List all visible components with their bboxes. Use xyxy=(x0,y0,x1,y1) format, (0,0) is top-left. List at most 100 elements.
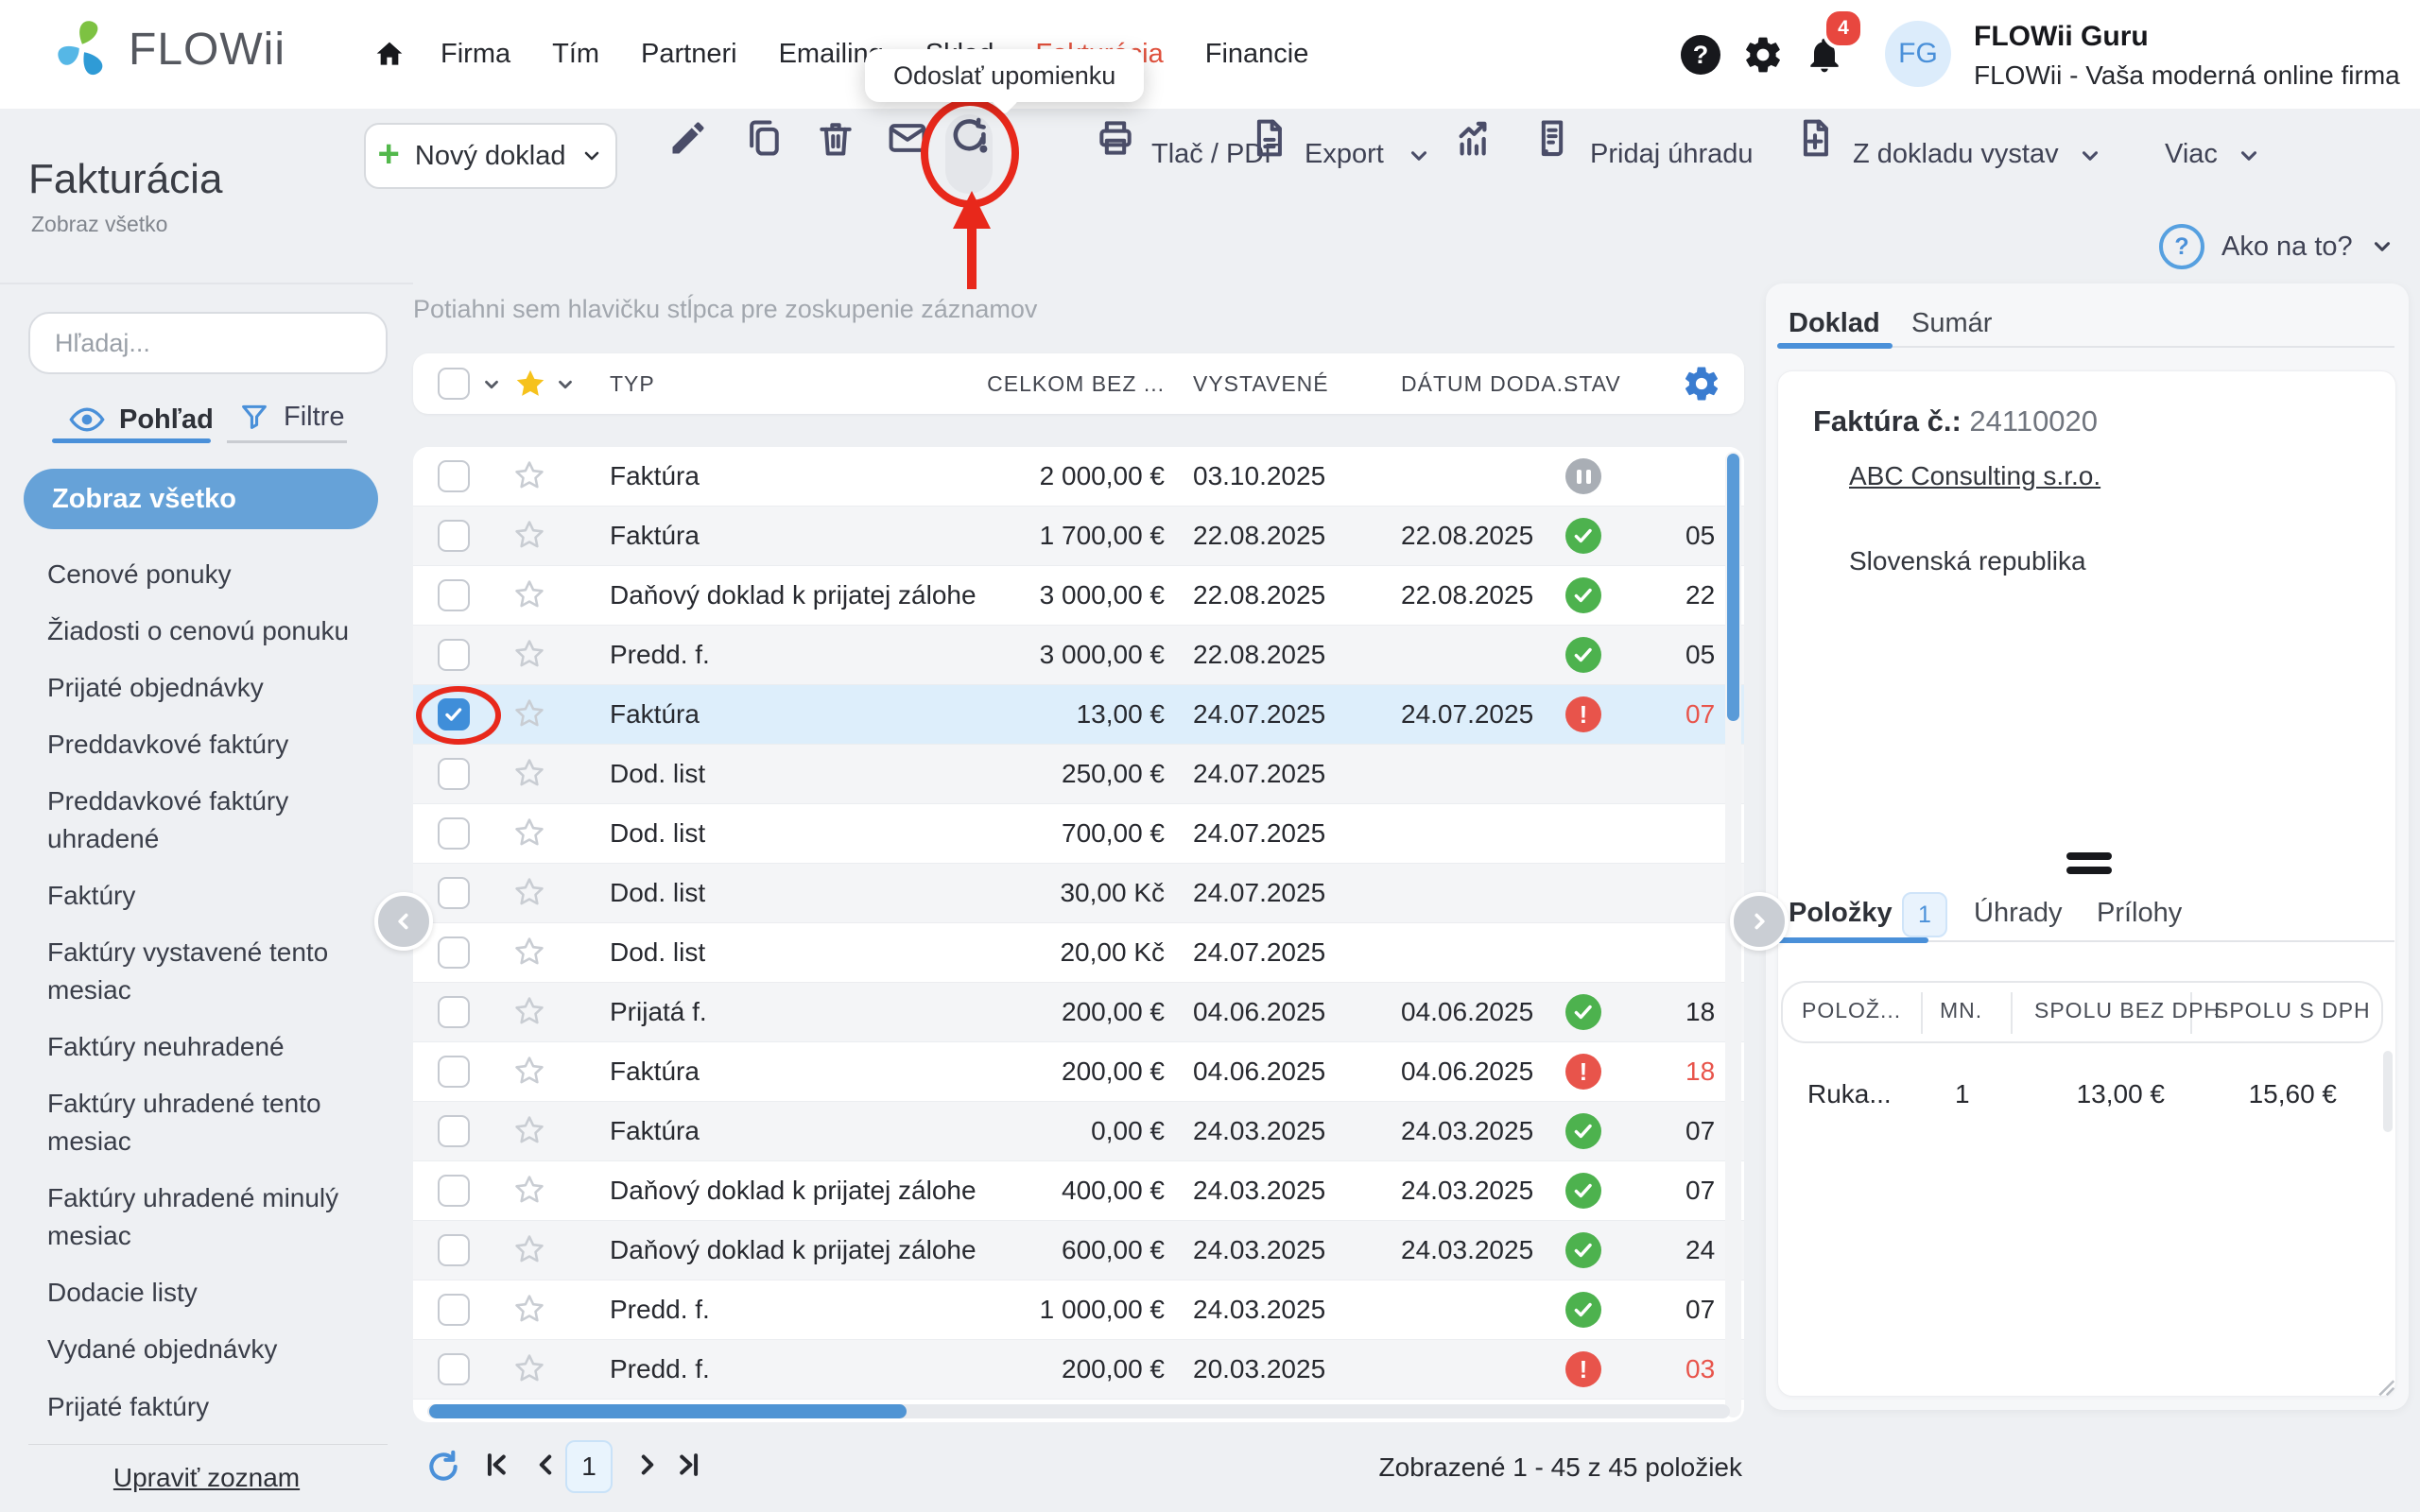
vertical-scrollbar-thumb[interactable] xyxy=(1727,454,1739,721)
sidebar-view-item[interactable]: Prijaté faktúry xyxy=(47,1388,373,1426)
column-header-status[interactable]: STAV xyxy=(1564,353,1621,414)
more-chevron-icon[interactable] xyxy=(2237,144,2261,168)
sidebar-view-item[interactable]: Vydané objednávky xyxy=(47,1331,373,1368)
nav-item-tím[interactable]: Tím xyxy=(552,39,599,70)
edit-pencil-icon[interactable] xyxy=(667,117,709,159)
items-column-net[interactable]: SPOLU BEZ DPH xyxy=(2034,981,2221,1040)
add-payment-receipt-icon[interactable] xyxy=(1531,117,1573,159)
new-document-button[interactable]: + Nový doklad xyxy=(364,123,617,189)
first-page-button[interactable] xyxy=(480,1449,512,1481)
tab-filters[interactable]: Filtre xyxy=(238,401,344,433)
row-checkbox[interactable] xyxy=(438,817,470,850)
row-checkbox[interactable] xyxy=(438,1115,470,1147)
export-document-icon[interactable] xyxy=(1248,117,1289,159)
edit-list-link[interactable]: Upraviť zoznam xyxy=(0,1463,413,1493)
select-all-checkbox[interactable] xyxy=(438,368,470,400)
more-label[interactable]: Viac xyxy=(2165,139,2218,170)
row-checkbox[interactable] xyxy=(438,936,470,969)
from-document-label[interactable]: Z dokladu vystav xyxy=(1853,139,2059,170)
row-star-icon[interactable] xyxy=(513,816,545,849)
row-checkbox[interactable] xyxy=(438,1056,470,1088)
sidebar-view-item[interactable]: Dodacie listy xyxy=(47,1274,373,1312)
flowii-logo[interactable]: FLOWii xyxy=(51,17,285,81)
row-checkbox[interactable] xyxy=(438,996,470,1028)
row-checkbox[interactable] xyxy=(438,1294,470,1326)
row-star-icon[interactable] xyxy=(513,1174,545,1206)
row-checkbox[interactable] xyxy=(438,639,470,671)
add-payment-label[interactable]: Pridaj úhradu xyxy=(1590,139,1754,170)
row-checkbox[interactable] xyxy=(438,698,470,730)
next-page-button[interactable] xyxy=(631,1449,664,1481)
previous-page-button[interactable] xyxy=(529,1449,562,1481)
sidebar-view-item[interactable]: Prijaté objednávky xyxy=(47,669,373,707)
row-checkbox[interactable] xyxy=(438,1175,470,1207)
sidebar-view-item[interactable]: Cenové ponuky xyxy=(47,556,373,593)
tab-view[interactable]: Pohľad xyxy=(68,401,214,438)
email-envelope-icon[interactable] xyxy=(887,117,928,159)
column-header-issued[interactable]: VYSTAVENÉ xyxy=(1193,353,1329,414)
table-row[interactable]: Dod. list30,00 Kč24.07.2025 xyxy=(413,864,1744,923)
sidebar-collapse-button[interactable] xyxy=(374,892,433,951)
nav-item-partneri[interactable]: Partneri xyxy=(641,39,737,70)
sidebar-view-item[interactable]: Faktúry neuhradené xyxy=(47,1028,373,1066)
column-header-delivery[interactable]: DÁTUM DODA... xyxy=(1401,353,1578,414)
settings-gear-icon[interactable] xyxy=(1742,34,1784,76)
row-star-icon[interactable] xyxy=(513,936,545,968)
table-row[interactable]: Faktúra2 000,00 €03.10.2025 xyxy=(413,447,1744,507)
home-icon[interactable] xyxy=(374,40,405,70)
export-label[interactable]: Export xyxy=(1305,139,1384,170)
partner-link[interactable]: ABC Consulting s.r.o. xyxy=(1849,461,2100,491)
sidebar-view-item[interactable]: Faktúry uhradené minulý mesiac xyxy=(47,1179,373,1255)
column-settings-gear-icon[interactable] xyxy=(1682,364,1721,404)
row-checkbox[interactable] xyxy=(438,1353,470,1385)
table-row[interactable]: Dod. list250,00 €24.07.2025 xyxy=(413,745,1744,804)
item-cell-name[interactable]: Ruka... xyxy=(1807,1066,1892,1123)
items-column-gross[interactable]: SPOLU S DPH xyxy=(2214,981,2371,1040)
row-star-icon[interactable] xyxy=(513,1055,545,1087)
sidebar-view-item[interactable]: Preddavkové faktúry uhradené xyxy=(47,782,373,858)
row-checkbox[interactable] xyxy=(438,877,470,909)
table-row[interactable]: Dod. list20,00 Kč24.07.2025 xyxy=(413,923,1744,983)
nav-item-firma[interactable]: Firma xyxy=(441,39,510,70)
row-star-icon[interactable] xyxy=(513,1233,545,1265)
table-row[interactable]: Faktúra1 700,00 €22.08.202522.08.202505 xyxy=(413,507,1744,566)
last-page-button[interactable] xyxy=(673,1449,705,1481)
sidebar-view-item[interactable]: Žiadosti o cenovú ponuku xyxy=(47,612,373,650)
table-row[interactable]: Daňový doklad k prijatej zálohe3 000,00 … xyxy=(413,566,1744,626)
row-star-icon[interactable] xyxy=(513,1352,545,1384)
row-star-icon[interactable] xyxy=(513,578,545,610)
tab-summary[interactable]: Sumár xyxy=(1911,308,1992,339)
row-star-icon[interactable] xyxy=(513,697,545,730)
row-checkbox[interactable] xyxy=(438,579,470,611)
horizontal-scrollbar-thumb[interactable] xyxy=(429,1404,907,1418)
table-row[interactable]: Faktúra0,00 €24.03.202524.03.202507 xyxy=(413,1102,1744,1161)
from-document-chevron-icon[interactable] xyxy=(2078,144,2102,168)
help-icon[interactable]: ? xyxy=(1681,35,1720,75)
row-star-icon[interactable] xyxy=(513,757,545,789)
items-column-item[interactable]: POLOŽ... xyxy=(1802,981,1901,1040)
splitter-handle[interactable] xyxy=(2066,852,2112,874)
row-star-icon[interactable] xyxy=(513,1293,545,1325)
avatar[interactable]: FG xyxy=(1885,21,1951,87)
nav-item-financie[interactable]: Financie xyxy=(1205,39,1309,70)
table-row[interactable]: Prijatá f.200,00 €04.06.202504.06.202518 xyxy=(413,983,1744,1042)
row-star-icon[interactable] xyxy=(513,995,545,1027)
row-checkbox[interactable] xyxy=(438,520,470,552)
how-to-link[interactable]: ? Ako na to? xyxy=(2159,224,2394,269)
statistics-chart-icon[interactable] xyxy=(1454,117,1497,161)
row-star-icon[interactable] xyxy=(513,1114,545,1146)
items-column-qty[interactable]: MN. xyxy=(1940,981,1982,1040)
sidebar-view-item[interactable]: Faktúry xyxy=(47,877,373,915)
row-checkbox[interactable] xyxy=(438,758,470,790)
sidebar-item-show-all[interactable]: Zobraz všetko xyxy=(24,469,378,529)
sidebar-view-item[interactable]: Preddavkové faktúry xyxy=(47,726,373,764)
table-row[interactable]: Daňový doklad k prijatej zálohe400,00 €2… xyxy=(413,1161,1744,1221)
delete-trash-icon[interactable] xyxy=(815,117,856,159)
row-star-icon[interactable] xyxy=(513,519,545,551)
column-header-typ[interactable]: TYP xyxy=(610,353,655,414)
table-row[interactable]: Predd. f.1 000,00 €24.03.202507 xyxy=(413,1280,1744,1340)
tab-items[interactable]: Položky xyxy=(1789,898,1893,929)
row-checkbox[interactable] xyxy=(438,1234,470,1266)
table-row[interactable]: Predd. f.200,00 €20.03.2025!03 xyxy=(413,1340,1744,1400)
row-star-icon[interactable] xyxy=(513,876,545,908)
